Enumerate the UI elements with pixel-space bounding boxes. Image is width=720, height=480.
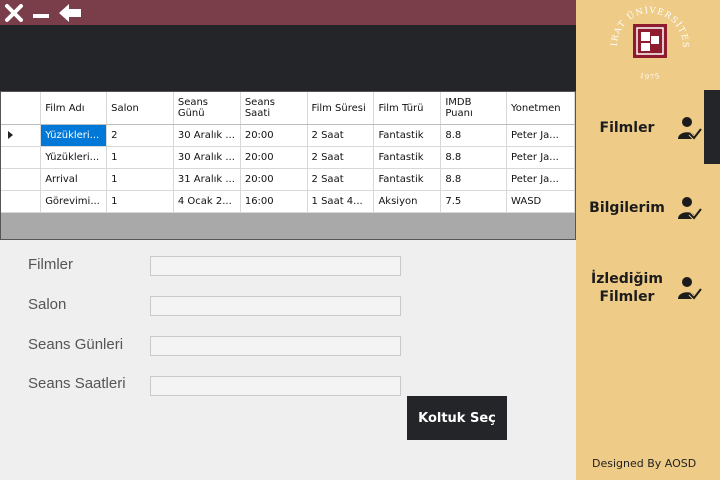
column-header[interactable]: IMDB Puanı [440,92,508,125]
table-row[interactable]: Görevimi... 1 4 Ocak 2... 16:00 1 Saat 4... A… [1,190,575,213]
user-check-icon [678,277,702,301]
column-header[interactable]: Salon [106,92,174,125]
university-logo: FIRAT ÜNİVERSİTESİ 1975 [605,0,689,82]
table-cell[interactable]: 8.8 [440,124,508,147]
filmler-input[interactable] [150,256,401,276]
table-cell[interactable]: Peter Ja... [506,146,575,169]
back-arrow-icon[interactable] [57,2,83,24]
sidebar-item-filmler[interactable]: Filmler [582,114,702,142]
seans-gunleri-input[interactable] [150,336,401,356]
koltuk-sec-button[interactable]: Koltuk Seç [407,396,507,440]
column-header[interactable]: Film Adı [40,92,108,125]
row-header[interactable] [1,146,42,169]
active-nav-indicator [704,90,720,164]
table-cell[interactable]: Peter Ja... [506,168,575,191]
table-cell[interactable]: Fantastik [373,124,442,147]
sidebar-item-izledigim-filmler[interactable]: İzlediğim Filmler [582,268,702,308]
table-cell[interactable]: 31 Aralık ... [173,168,241,191]
table-cell[interactable]: 1 [106,190,174,213]
sidebar-item-bilgilerim[interactable]: Bilgilerim [582,194,702,222]
salon-input[interactable] [150,296,401,316]
table-cell[interactable]: Yüzükleri... [40,146,108,169]
table-cell[interactable]: 30 Aralık ... [173,124,241,147]
table-cell[interactable]: 1 Saat 4... [307,190,375,213]
table-cell[interactable]: 2 [106,124,174,147]
minimize-icon[interactable] [30,2,52,24]
table-cell[interactable]: Fantastik [373,146,442,169]
user-check-icon [678,117,702,141]
seans-grid[interactable]: Film Adı Salon Seans Günü Seans Saati Film S… [0,91,576,240]
column-header[interactable]: Seans Günü [173,92,241,125]
row-header-corner [1,92,42,125]
table-cell[interactable]: 1 [106,146,174,169]
seans-gunleri-label: Seans Günleri [28,336,124,353]
row-header[interactable] [1,190,42,213]
svg-text:1975: 1975 [639,72,662,82]
table-cell[interactable]: Peter Ja... [506,124,575,147]
row-header[interactable] [1,124,42,147]
table-cell[interactable]: 2 Saat [307,168,375,191]
sidebar-item-label: Filmler [599,120,655,136]
table-row[interactable]: Arrival 1 31 Aralık ... 20:00 2 Saat Fantasti… [1,168,575,191]
table-cell[interactable]: 20:00 [240,146,308,169]
current-row-arrow-icon [8,131,13,139]
table-cell[interactable]: 30 Aralık ... [173,146,241,169]
filmler-label: Filmler [28,256,73,273]
table-cell[interactable]: 8.8 [440,146,508,169]
seans-saatleri-input[interactable] [150,376,401,396]
table-cell[interactable]: Yüzükleri... [40,124,108,147]
close-icon[interactable] [3,2,25,24]
column-header[interactable]: Yonetmen [506,92,575,125]
column-header[interactable]: Film Türü [373,92,442,125]
sidebar-item-label: Bilgilerim [589,200,665,216]
table-cell[interactable]: 16:00 [240,190,308,213]
row-header[interactable] [1,168,42,191]
header-band [0,25,576,91]
sidebar-item-label: İzlediğim Filmler [591,271,663,305]
table-cell[interactable]: Fantastik [373,168,442,191]
seans-table: Film Adı Salon Seans Günü Seans Saati Film S… [1,92,575,213]
table-row[interactable]: Yüzükleri... 2 30 Aralık ... 20:00 2 Saat Fan… [1,124,575,147]
table-cell[interactable]: 2 Saat [307,124,375,147]
seans-saatleri-label: Seans Saatleri [28,375,126,392]
table-cell[interactable]: 20:00 [240,168,308,191]
table-cell[interactable]: 8.8 [440,168,508,191]
table-cell[interactable]: 1 [106,168,174,191]
title-bar [0,0,576,25]
table-cell[interactable]: 2 Saat [307,146,375,169]
salon-label: Salon [28,296,67,313]
logo-year: 1975 [639,72,661,82]
table-row[interactable]: Yüzükleri... 1 30 Aralık ... 20:00 2 Saat Fan… [1,146,575,169]
user-check-icon [678,197,702,221]
table-cell[interactable]: Görevimi... [40,190,108,213]
table-cell[interactable]: Aksiyon [373,190,442,213]
table-cell[interactable]: 20:00 [240,124,308,147]
column-header[interactable]: Seans Saati [240,92,308,125]
column-header[interactable]: Film Süresi [307,92,375,125]
table-cell[interactable]: WASD [506,190,575,213]
table-cell[interactable]: 4 Ocak 2... [173,190,241,213]
designed-by-footer: Designed By AOSD [592,457,697,470]
table-cell[interactable]: Arrival [40,168,108,191]
table-cell[interactable]: 7.5 [440,190,508,213]
